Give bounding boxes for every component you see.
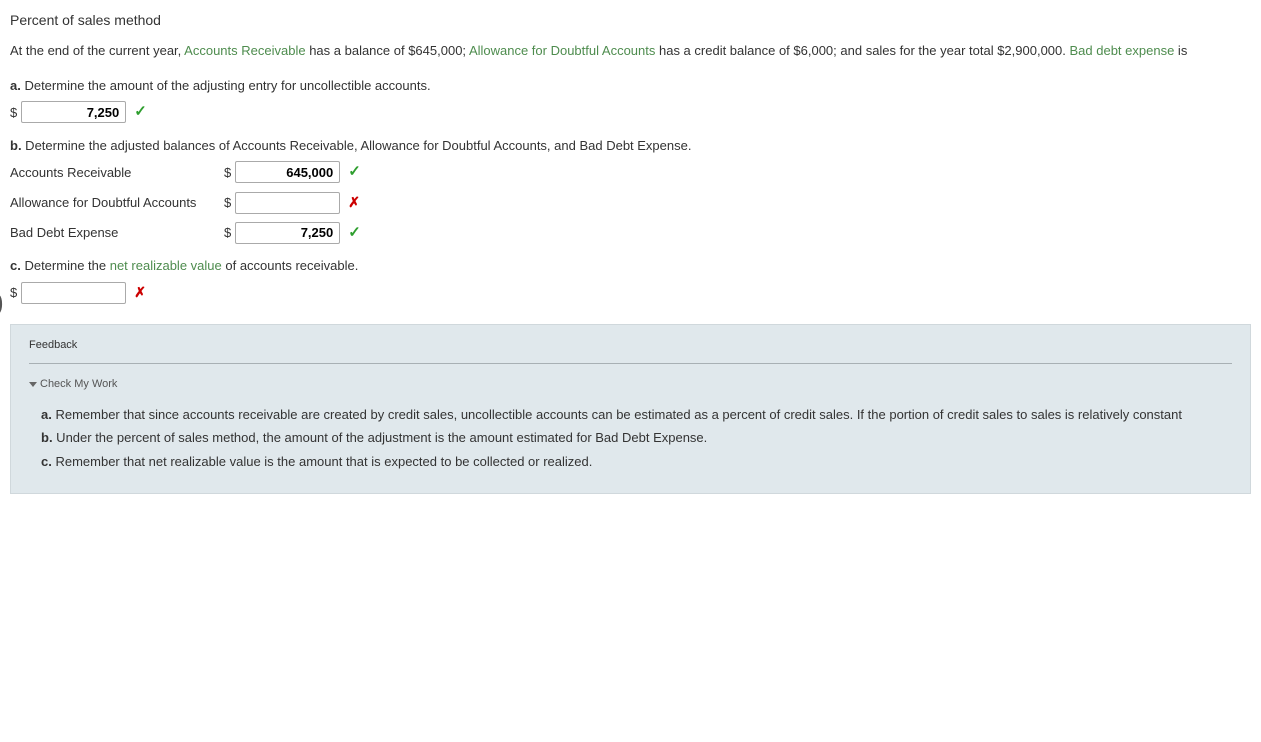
hint-a: a. Remember that since accounts receivab…: [41, 405, 1232, 425]
answer-input-c[interactable]: [21, 282, 126, 304]
hint-text: Under the percent of sales method, the a…: [53, 430, 708, 445]
prompt-c-part: of accounts receivable.: [222, 258, 359, 273]
intro-text: At the end of the current year, Accounts…: [10, 41, 1251, 61]
intro-part: is: [1174, 43, 1187, 58]
dollar-sign: $: [10, 103, 17, 123]
feedback-box: Feedback Check My Work a. Remember that …: [10, 324, 1251, 495]
answer-input-allowance[interactable]: [235, 192, 340, 214]
prompt-a-text: Determine the amount of the adjusting en…: [21, 78, 431, 93]
label-ar: Accounts Receivable: [10, 163, 220, 183]
question-c: c. Determine the net realizable value of…: [10, 256, 1251, 304]
x-icon: ✗: [134, 282, 146, 303]
intro-part: has a credit balance of $6,000; and sale…: [655, 43, 1069, 58]
answer-row-c: $ ✗: [10, 282, 1251, 304]
dollar-sign: $: [10, 283, 17, 303]
letter-c: c.: [10, 258, 21, 273]
hint-letter: b.: [41, 430, 53, 445]
check-icon: ✓: [348, 161, 361, 184]
dollar-sign: $: [224, 163, 231, 183]
term-accounts-receivable: Accounts Receivable: [184, 43, 305, 58]
label-allowance: Allowance for Doubtful Accounts: [10, 193, 220, 213]
row-accounts-receivable: Accounts Receivable $ ✓: [10, 161, 1251, 184]
check-my-work-label: Check My Work: [40, 376, 117, 393]
feedback-title: Feedback: [29, 337, 1232, 365]
x-icon: ✗: [348, 192, 360, 213]
chevron-down-icon: [29, 382, 37, 387]
term-bad-debt-expense: Bad debt expense: [1070, 43, 1175, 58]
hint-text: Remember that net realizable value is th…: [52, 454, 593, 469]
question-b: b. Determine the adjusted balances of Ac…: [10, 136, 1251, 245]
term-net-realizable: net realizable value: [110, 258, 222, 273]
dollar-sign: $: [224, 223, 231, 243]
hint-text: Remember that since accounts receivable …: [52, 407, 1182, 422]
hint-letter: a.: [41, 407, 52, 422]
answer-row-a: $ ✓: [10, 101, 1251, 124]
intro-part: At the end of the current year,: [10, 43, 184, 58]
answer-input-bad-debt[interactable]: [235, 222, 340, 244]
term-allowance-doubtful: Allowance for Doubtful Accounts: [469, 43, 655, 58]
prompt-c-part: Determine the: [21, 258, 110, 273]
answer-input-a[interactable]: [21, 101, 126, 123]
question-b-prompt: b. Determine the adjusted balances of Ac…: [10, 136, 1251, 156]
check-icon: ✓: [134, 101, 147, 124]
prompt-b-text: Determine the adjusted balances of Accou…: [22, 138, 692, 153]
question-a: a. Determine the amount of the adjusting…: [10, 76, 1251, 124]
hint-b: b. Under the percent of sales method, th…: [41, 428, 1232, 448]
question-a-prompt: a. Determine the amount of the adjusting…: [10, 76, 1251, 96]
dollar-sign: $: [224, 193, 231, 213]
page-edge-paren: ): [0, 282, 3, 324]
letter-a: a.: [10, 78, 21, 93]
hint-letter: c.: [41, 454, 52, 469]
intro-part: has a balance of $645,000;: [306, 43, 469, 58]
check-my-work-toggle[interactable]: Check My Work: [29, 376, 1232, 393]
label-bad-debt: Bad Debt Expense: [10, 223, 220, 243]
answer-input-ar[interactable]: [235, 161, 340, 183]
row-bad-debt: Bad Debt Expense $ ✓: [10, 222, 1251, 245]
question-c-prompt: c. Determine the net realizable value of…: [10, 256, 1251, 276]
check-icon: ✓: [348, 222, 361, 245]
letter-b: b.: [10, 138, 22, 153]
page-title: Percent of sales method: [10, 10, 1251, 31]
hint-c: c. Remember that net realizable value is…: [41, 452, 1232, 472]
row-allowance: Allowance for Doubtful Accounts $ ✗: [10, 192, 1251, 214]
